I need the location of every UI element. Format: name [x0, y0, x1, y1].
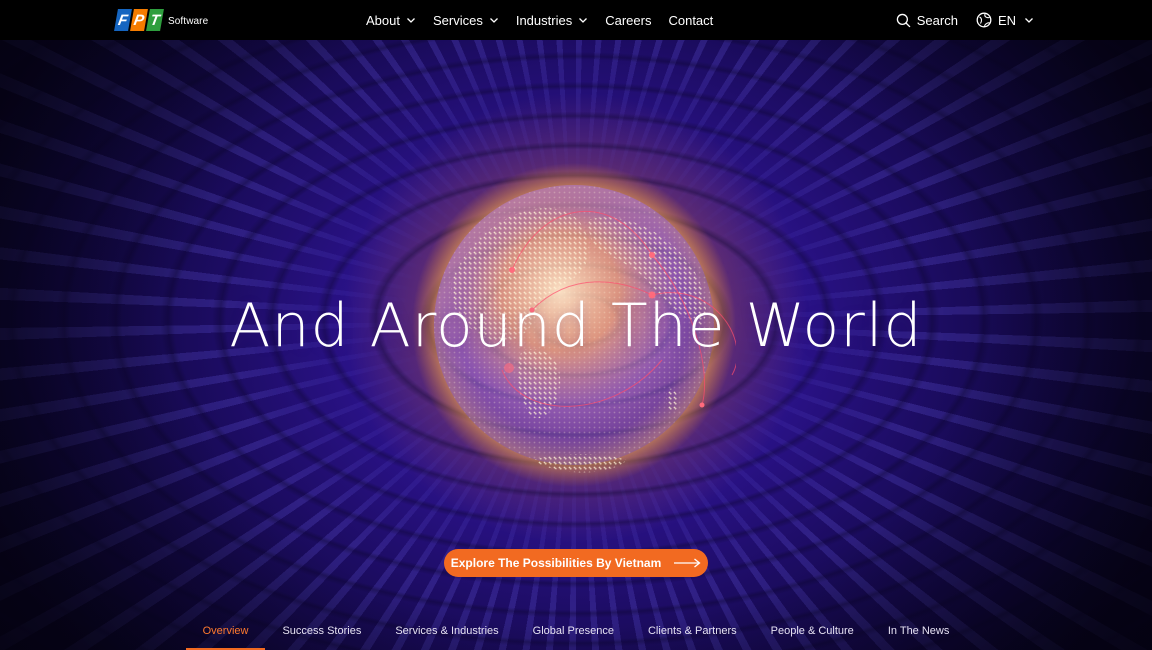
language-selector[interactable]: EN — [976, 12, 1034, 28]
globe-icon — [976, 12, 992, 28]
tab-clients-partners[interactable]: Clients & Partners — [631, 614, 754, 650]
tab-people-culture[interactable]: People & Culture — [754, 614, 871, 650]
logo-tiles: F P T — [114, 9, 164, 31]
logo-letter-t: T — [146, 9, 164, 31]
nav-item-industries[interactable]: Industries — [516, 13, 588, 28]
page: F P T Software About Services Industries… — [0, 0, 1152, 650]
nav-item-services[interactable]: Services — [433, 13, 499, 28]
tab-label: Services & Industries — [395, 625, 499, 637]
tab-services-industries[interactable]: Services & Industries — [378, 614, 515, 650]
language-label: EN — [997, 12, 1016, 28]
tab-success-stories[interactable]: Success Stories — [265, 614, 378, 650]
tab-label: People & Culture — [770, 625, 854, 637]
tab-label: In The News — [887, 625, 950, 637]
section-tabs: Overview Success Stories Services & Indu… — [0, 614, 1152, 650]
fpt-software-logo[interactable]: F P T Software — [114, 8, 209, 32]
search-label: Search — [916, 12, 958, 28]
chevron-down-icon — [489, 18, 498, 23]
tab-label: Overview — [202, 625, 249, 637]
logo-letter-f: F — [114, 9, 132, 31]
chevron-down-icon — [579, 18, 588, 23]
cta-label: Explore The Possibilities By Vietnam — [450, 556, 662, 570]
explore-possibilities-button[interactable]: Explore The Possibilities By Vietnam — [444, 549, 708, 577]
hero-headline: And Around The World — [229, 291, 923, 361]
nav-item-contact[interactable]: Contact — [668, 13, 713, 28]
logo-subtitle: Software — [168, 15, 209, 27]
header-tools: Search EN — [896, 0, 1034, 40]
tab-label: Global Presence — [532, 625, 614, 637]
search-button[interactable]: Search — [896, 13, 958, 28]
search-icon — [896, 13, 910, 27]
chevron-down-icon — [407, 18, 415, 23]
nav-item-label: About — [366, 12, 400, 28]
tab-global-presence[interactable]: Global Presence — [516, 614, 631, 650]
main-nav: About Services Industries Careers Contac… — [366, 0, 730, 40]
tab-in-the-news[interactable]: In The News — [871, 614, 967, 650]
nav-item-careers[interactable]: Careers — [605, 13, 651, 28]
tab-label: Clients & Partners — [647, 625, 737, 637]
nav-item-about[interactable]: About — [366, 13, 416, 28]
nav-item-label: Contact — [668, 12, 714, 28]
top-navigation-bar: F P T Software About Services Industries… — [0, 0, 1152, 40]
nav-item-label: Industries — [515, 12, 573, 28]
arrow-right-icon — [674, 558, 701, 568]
nav-item-label: Services — [432, 12, 483, 28]
tab-label: Success Stories — [282, 625, 362, 637]
tab-overview[interactable]: Overview — [185, 614, 266, 650]
chevron-down-icon — [1025, 18, 1033, 23]
logo-letter-p: P — [130, 9, 148, 31]
nav-item-label: Careers — [605, 12, 652, 28]
